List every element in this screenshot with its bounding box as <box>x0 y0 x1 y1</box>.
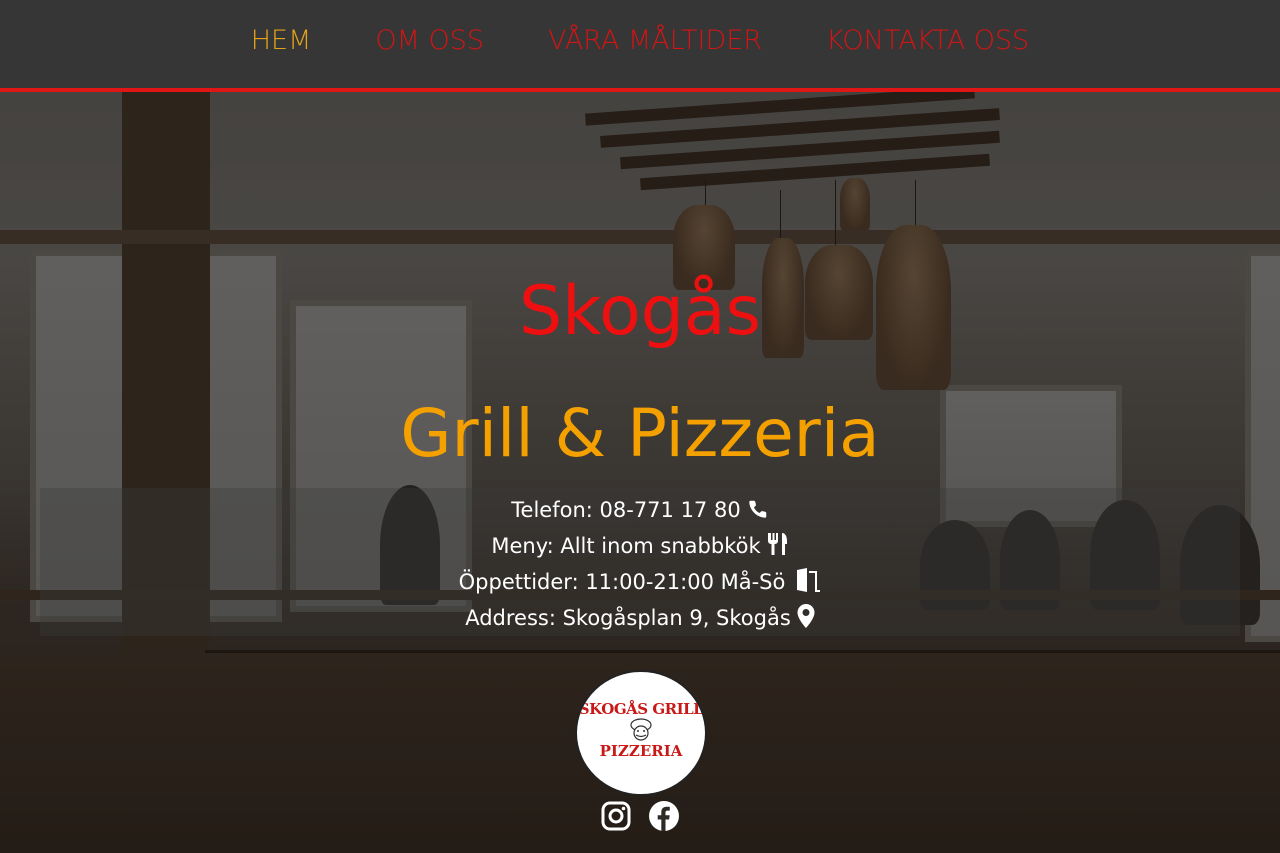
info-address: Address: Skogåsplan 9, Skogås <box>40 604 1240 635</box>
facebook-icon[interactable] <box>648 800 680 832</box>
top-navigation: HEM OM OSS VÅRA MÅLTIDER KONTAKTA OSS <box>0 0 1280 92</box>
info-menu-text: Meny: Allt inom snabbkök <box>491 534 761 558</box>
info-menu: Meny: Allt inom snabbkök <box>40 532 1240 563</box>
nav-item-home[interactable]: HEM <box>251 24 312 58</box>
phone-icon <box>747 498 769 527</box>
social-links <box>600 800 680 832</box>
hero-title-primary: Skogås <box>519 272 761 351</box>
info-phone-text: Telefon: 08-771 17 80 <box>511 498 741 522</box>
nav-menu: HEM OM OSS VÅRA MÅLTIDER KONTAKTA OSS <box>0 24 1280 58</box>
instagram-icon[interactable] <box>600 800 632 832</box>
info-hours: Öppettider: 11:00-21:00 Må-Sö <box>40 568 1240 599</box>
nav-item-about[interactable]: OM OSS <box>375 24 484 58</box>
nav-item-contact[interactable]: KONTAKTA OSS <box>826 24 1029 58</box>
door-open-icon <box>791 568 821 599</box>
info-hours-text: Öppettider: 11:00-21:00 Må-Sö <box>458 570 786 594</box>
restaurant-logo: SKOGÅS GRILL PIZZERIA <box>575 670 707 796</box>
utensils-icon <box>767 532 789 563</box>
info-panel: Telefon: 08-771 17 80 Meny: Allt inom sn… <box>40 488 1240 636</box>
logo-text-top: SKOGÅS GRILL <box>578 700 704 718</box>
nav-item-meals[interactable]: VÅRA MÅLTIDER <box>548 24 762 58</box>
info-phone: Telefon: 08-771 17 80 <box>40 496 1240 527</box>
logo-text-bottom: PIZZERIA <box>599 742 683 760</box>
info-address-text: Address: Skogåsplan 9, Skogås <box>465 606 791 630</box>
map-pin-icon <box>797 604 815 635</box>
hero-title-secondary: Grill & Pizzeria <box>400 395 880 472</box>
